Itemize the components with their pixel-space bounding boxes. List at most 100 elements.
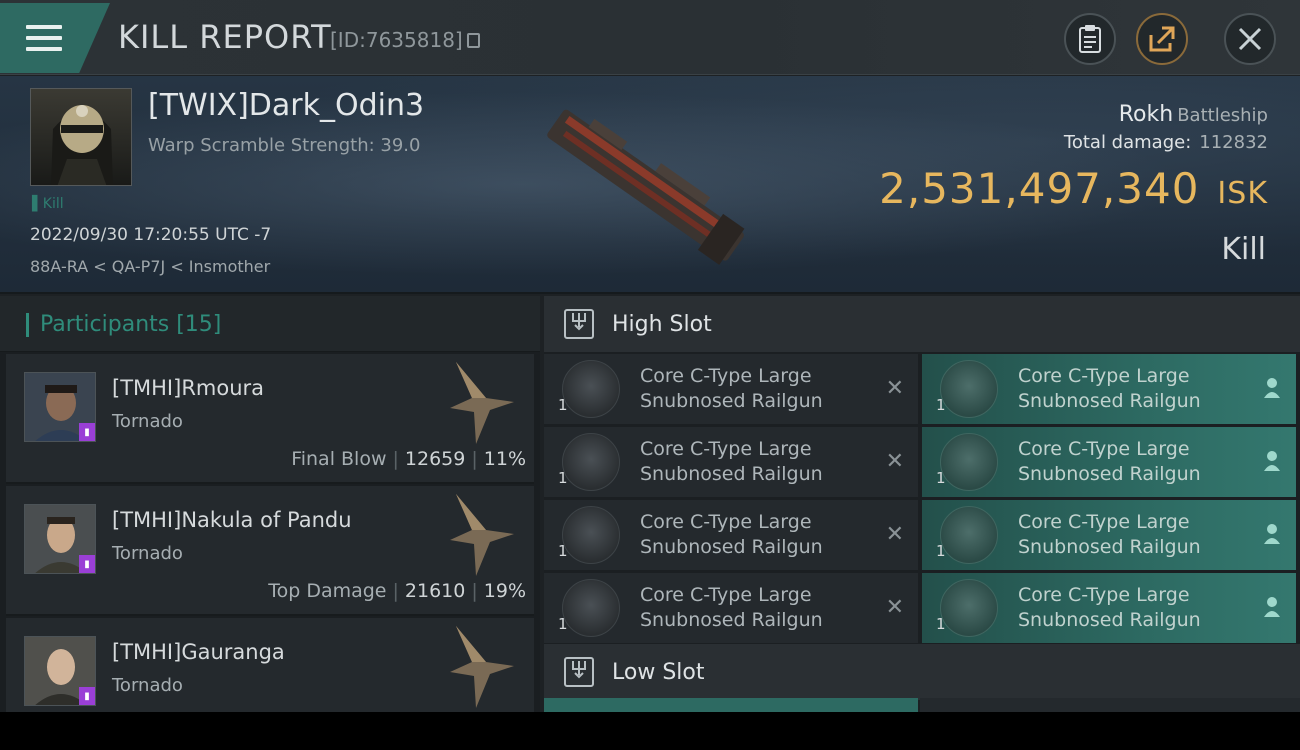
total-damage-label: Total damage: <box>1063 132 1192 153</box>
participant-percent: 19% <box>483 580 526 602</box>
railgun-icon <box>940 360 998 418</box>
ship-class: Battleship <box>1177 105 1268 126</box>
module-qty: 1 <box>936 469 946 487</box>
module-name: Core C-Type Large Snubnosed Railgun <box>1018 511 1201 558</box>
high-slot-icon <box>564 309 594 339</box>
participant-stats: Top Damage | 21610 | 19% <box>268 580 526 602</box>
kill-report-screen: KILL REPORT [ID:7635818] [TWIX]Dark_Odin… <box>0 0 1300 712</box>
module-item[interactable] <box>920 698 1300 712</box>
person-icon <box>1264 451 1280 471</box>
alpha-clone-badge-icon: ▮ <box>79 555 95 573</box>
module-qty: 1 <box>558 469 568 487</box>
module-item[interactable]: 1 Core C-Type Large Snubnosed Railgun ✕ <box>544 500 918 570</box>
menu-button[interactable] <box>0 3 110 73</box>
participants-title: Participants [15] <box>40 312 222 337</box>
participants-header[interactable]: Participants [15] <box>0 296 540 352</box>
module-item[interactable] <box>544 698 918 712</box>
participant-damage: 21610 <box>404 580 466 602</box>
railgun-icon <box>940 579 998 637</box>
module-name: Core C-Type Large Snubnosed Railgun <box>640 584 823 631</box>
accent-bar <box>26 313 29 337</box>
module-name: Core C-Type Large Snubnosed Railgun <box>1018 365 1201 412</box>
module-qty: 1 <box>558 615 568 633</box>
participant-row[interactable]: ▮ [TMHI]Nakula of Pandu Tornado Top Dama… <box>6 486 534 616</box>
railgun-icon <box>940 433 998 491</box>
module-qty: 1 <box>936 615 946 633</box>
isk-value: 2,531,497,340 ISK <box>879 164 1268 213</box>
module-item[interactable]: 1 Core C-Type Large Snubnosed Railgun ✕ <box>544 573 918 643</box>
result-label: Kill <box>1221 232 1266 267</box>
participant-name: [TMHI]Nakula of Pandu <box>112 508 352 532</box>
avatar: ▮ <box>24 372 96 442</box>
module-item[interactable]: 1 Core C-Type Large Snubnosed Railgun <box>922 427 1296 497</box>
destroyed-icon: ✕ <box>885 522 904 547</box>
alpha-clone-badge-icon: ▮ <box>79 423 95 441</box>
isk-unit: ISK <box>1217 176 1268 211</box>
victim-ship-image[interactable] <box>525 106 765 266</box>
module-name: Core C-Type Large Snubnosed Railgun <box>640 511 823 558</box>
railgun-icon <box>562 433 620 491</box>
avatar: ▮ <box>24 636 96 706</box>
module-name: Core C-Type Large Snubnosed Railgun <box>640 365 823 412</box>
railgun-icon <box>940 506 998 564</box>
low-slot-icon <box>564 657 594 687</box>
participant-row[interactable]: ▮ [TMHI]Gauranga Tornado <box>6 618 534 712</box>
person-icon <box>1264 524 1280 544</box>
kill-datetime: 2022/09/30 17:20:55 UTC -7 <box>30 225 272 245</box>
page-title: KILL REPORT <box>118 18 332 56</box>
header-bar: KILL REPORT [ID:7635818] <box>0 0 1300 75</box>
clipboard-button[interactable] <box>1064 13 1116 65</box>
alpha-clone-badge-icon: ▮ <box>79 687 95 705</box>
low-slot-header: Low Slot <box>544 644 1300 700</box>
participant-name: [TMHI]Rmoura <box>112 376 265 400</box>
participant-ship-image <box>450 494 514 576</box>
participant-ship-image <box>450 362 514 444</box>
kill-id-text: [ID:7635818] <box>330 28 463 52</box>
participant-name: [TMHI]Gauranga <box>112 640 285 664</box>
ship-name: Rokh <box>1118 102 1174 127</box>
kill-id: [ID:7635818] <box>330 28 480 52</box>
close-button[interactable] <box>1224 13 1276 65</box>
total-damage-value: 112832 <box>1199 132 1268 153</box>
low-slot-label: Low Slot <box>612 660 705 685</box>
module-name: Core C-Type Large Snubnosed Railgun <box>1018 584 1201 631</box>
participant-ship: Tornado <box>112 675 183 696</box>
module-name: Core C-Type Large Snubnosed Railgun <box>1018 438 1201 485</box>
participant-ship-image <box>450 626 514 708</box>
module-qty: 1 <box>936 396 946 414</box>
module-item[interactable]: 1 Core C-Type Large Snubnosed Railgun <box>922 573 1296 643</box>
module-name: Core C-Type Large Snubnosed Railgun <box>640 438 823 485</box>
module-qty: 1 <box>558 542 568 560</box>
person-icon <box>1264 597 1280 617</box>
clipboard-icon <box>1079 25 1101 53</box>
victim-summary: [TWIX]Dark_Odin3 Warp Scramble Strength:… <box>0 76 1300 294</box>
participants-panel: Participants [15] ▮ [TMHI]Rmoura Tornado <box>0 296 540 712</box>
module-item[interactable]: 1 Core C-Type Large Snubnosed Railgun <box>922 500 1296 570</box>
person-icon <box>1264 378 1280 398</box>
railgun-icon <box>562 506 620 564</box>
kill-tag: ▌Kill <box>32 196 64 212</box>
close-icon <box>1238 27 1262 51</box>
participant-stats: Final Blow | 12659 | 11% <box>291 448 526 470</box>
railgun-icon <box>562 579 620 637</box>
share-button[interactable] <box>1136 13 1188 65</box>
module-item[interactable]: 1 Core C-Type Large Snubnosed Railgun ✕ <box>544 427 918 497</box>
participant-percent: 11% <box>483 448 526 470</box>
victim-portrait[interactable] <box>30 88 132 186</box>
high-slot-header: High Slot <box>544 296 1300 352</box>
victim-name[interactable]: [TWIX]Dark_Odin3 <box>148 88 424 123</box>
participant-ship: Tornado <box>112 411 183 432</box>
copy-id-icon[interactable] <box>466 33 480 48</box>
module-qty: 1 <box>558 396 568 414</box>
destroyed-icon: ✕ <box>885 376 904 401</box>
victim-ship[interactable]: Rokh Battleship <box>1119 102 1268 127</box>
kill-tag-text: Kill <box>42 196 64 212</box>
participant-role: Final Blow <box>291 448 387 470</box>
module-qty: 1 <box>936 542 946 560</box>
module-item[interactable]: 1 Core C-Type Large Snubnosed Railgun <box>922 354 1296 424</box>
destroyed-icon: ✕ <box>885 449 904 474</box>
fitting-panel: High Slot 1 Core C-Type Large Snubnosed R… <box>544 296 1300 712</box>
participant-row[interactable]: ▮ [TMHI]Rmoura Tornado Final Blow | 12659 |… <box>6 354 534 484</box>
module-item[interactable]: 1 Core C-Type Large Snubnosed Railgun ✕ <box>544 354 918 424</box>
kill-location[interactable]: 88A-RA < QA-P7J < Insmother <box>30 257 270 276</box>
